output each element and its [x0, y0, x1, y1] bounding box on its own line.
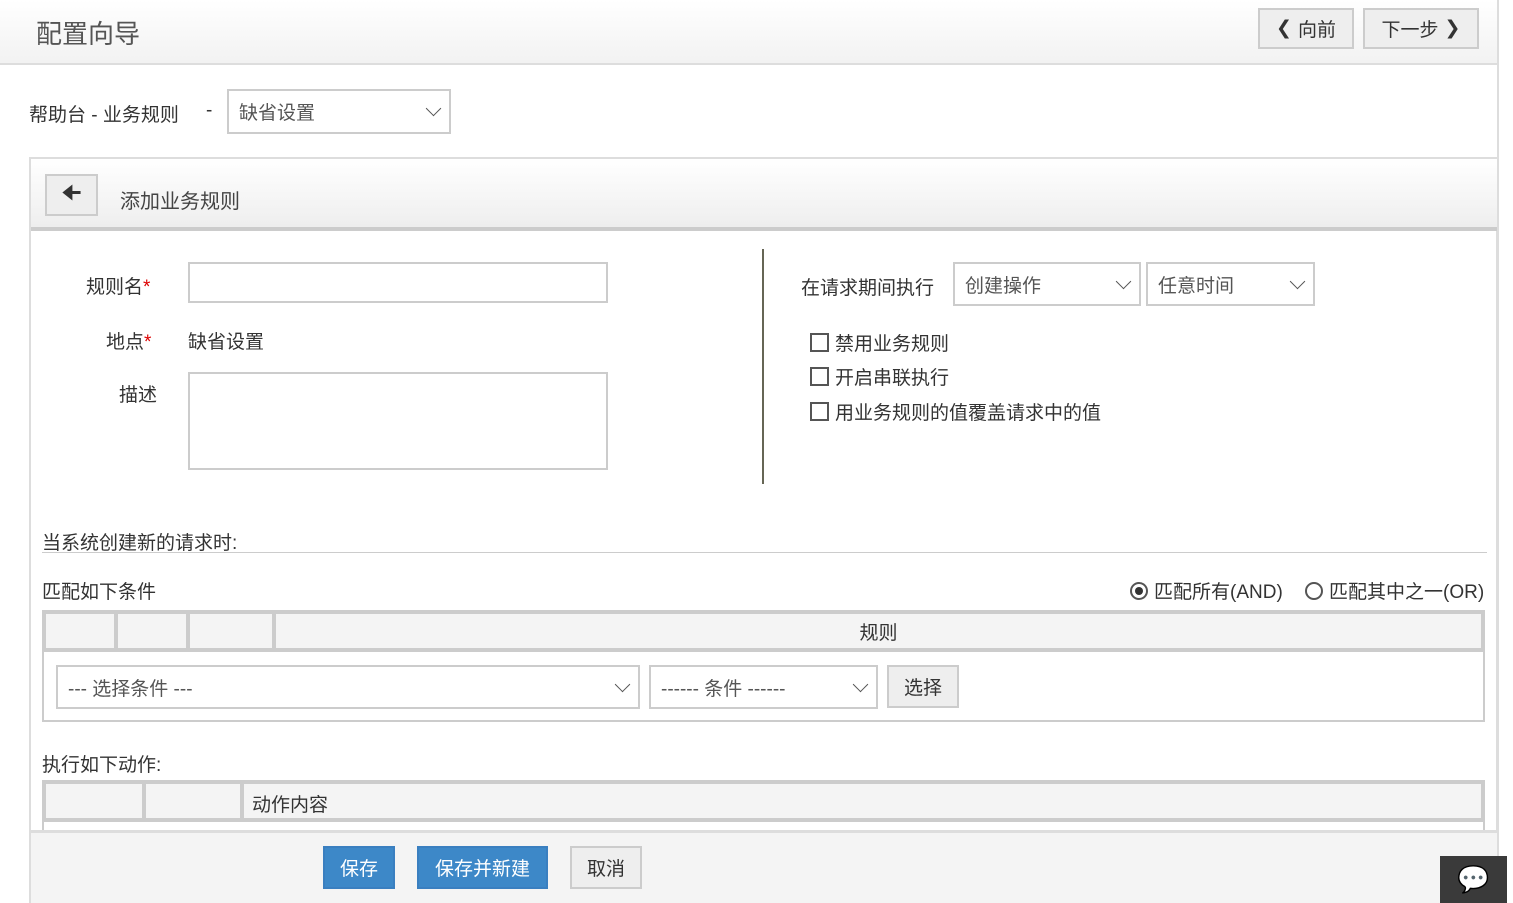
- rule-name-input[interactable]: [188, 262, 608, 303]
- action-content-header: 动作内容: [242, 782, 1483, 822]
- location-value: 缺省设置: [188, 332, 265, 353]
- location-label: 地点*: [106, 332, 152, 353]
- chat-icon: 💬: [1457, 864, 1490, 894]
- breadcrumb-separator: -: [206, 100, 213, 121]
- table-header-cell: [44, 612, 116, 652]
- panel-title: 添加业务规则: [120, 191, 240, 213]
- description-label: 描述: [119, 385, 158, 406]
- condition-operator-select[interactable]: ------ 条件 ------: [649, 665, 878, 709]
- chat-button[interactable]: 💬: [1440, 856, 1507, 903]
- exec-time-select[interactable]: 任意时间: [1146, 262, 1315, 306]
- exec-operation-select[interactable]: 创建操作: [953, 262, 1141, 306]
- table-header-cell: [44, 782, 144, 822]
- disable-rule-checkbox[interactable]: 禁用业务规则: [810, 329, 949, 356]
- vertical-divider: [762, 249, 764, 484]
- prev-button[interactable]: ❮ 向前: [1258, 8, 1354, 49]
- conditions-section-title: 当系统创建新的请求时:: [42, 533, 238, 554]
- cascade-checkbox[interactable]: 开启串联执行: [810, 363, 949, 390]
- table-header-cell: [116, 612, 188, 652]
- table-header-cell: [144, 782, 242, 822]
- override-checkbox[interactable]: 用业务规则的值覆盖请求中的值: [810, 398, 1101, 425]
- chevron-left-icon: ❮: [1276, 18, 1292, 39]
- save-button[interactable]: 保存: [323, 846, 395, 889]
- save-and-new-button[interactable]: 保存并新建: [417, 846, 548, 889]
- panel-header: [31, 159, 1497, 231]
- actions-section-title: 执行如下动作:: [42, 755, 162, 776]
- match-all-radio[interactable]: 匹配所有(AND): [1130, 577, 1283, 604]
- match-label: 匹配如下条件: [42, 582, 157, 603]
- condition-field-select[interactable]: --- 选择条件 ---: [56, 665, 640, 709]
- match-any-radio[interactable]: 匹配其中之一(OR): [1305, 577, 1484, 604]
- divider: [42, 552, 1487, 553]
- chevron-right-icon: ❯: [1444, 18, 1461, 39]
- chevron-down-icon: [1115, 273, 1132, 289]
- site-select[interactable]: 缺省设置: [227, 89, 451, 134]
- chevron-down-icon: [425, 100, 442, 117]
- arrow-left-icon: 🠈: [61, 180, 82, 205]
- footer-bar: [31, 830, 1497, 903]
- table-header-cell: [188, 612, 274, 652]
- choose-button[interactable]: 选择: [887, 665, 959, 708]
- page-title: 配置向导: [36, 19, 141, 49]
- chevron-down-icon: [614, 676, 631, 692]
- description-textarea[interactable]: [188, 372, 608, 470]
- exec-label: 在请求期间执行: [801, 278, 935, 299]
- back-button[interactable]: 🠈: [45, 174, 98, 216]
- rule-column-header: 规则: [274, 612, 1483, 652]
- breadcrumb: 帮助台 - 业务规则: [29, 105, 179, 126]
- chevron-down-icon: [852, 676, 869, 692]
- chevron-down-icon: [1289, 273, 1306, 289]
- cancel-button[interactable]: 取消: [570, 846, 642, 889]
- next-button[interactable]: 下一步 ❯: [1363, 8, 1479, 49]
- rule-name-label: 规则名*: [86, 277, 151, 298]
